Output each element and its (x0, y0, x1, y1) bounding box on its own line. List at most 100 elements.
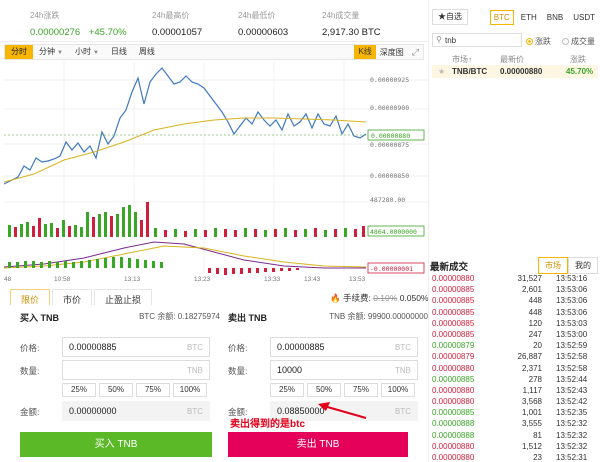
buy-price-row: 价格: 0.00000885 BTC (20, 337, 220, 357)
trade-row: 0.00000880 3,568 13:52:42 (432, 397, 598, 408)
sell-75-button[interactable]: 75% (344, 383, 378, 397)
trade-row: 0.00000885 448 13:53:06 (432, 308, 598, 319)
col-change[interactable]: 涨跌 (570, 54, 586, 65)
trade-price: 0.00000885 (432, 285, 475, 295)
trade-price: 0.00000880 (432, 441, 475, 451)
annotation-text: 卖出得到的是btc (230, 419, 305, 430)
market-row-tnb-btc[interactable]: ★ TNB/BTC 0.00000880 45.70% (432, 65, 598, 78)
x-tick: 13:13 (124, 276, 141, 283)
trade-time: 13:52:59 (556, 341, 588, 351)
trade-time: 13:53:00 (556, 329, 588, 339)
trade-time: 13:52:58 (556, 352, 588, 362)
y-tick: 0.00000900 (370, 104, 409, 112)
trade-qty: 2,601 (521, 285, 542, 295)
trade-row: 0.00000885 120 13:53:03 (432, 319, 598, 330)
kline-button[interactable]: K线 (354, 45, 376, 59)
trade-row: 0.00000879 20 13:52:59 (432, 341, 598, 352)
tab-btc[interactable]: BTC (489, 9, 514, 25)
stat-value: 0.00000276 (30, 27, 81, 38)
fullscreen-icon[interactable]: ⤢ (408, 47, 423, 58)
tab-market-trades[interactable]: 市场 (538, 257, 568, 274)
trade-qty: 120 (528, 318, 542, 328)
stat-value: 0.00000603 (238, 27, 289, 38)
trade-qty: 26,887 (517, 352, 542, 362)
sell-100-button[interactable]: 100% (381, 383, 415, 397)
buy-qty-input[interactable]: TNB (62, 360, 210, 380)
favorites-tab[interactable]: ★自选 (432, 9, 468, 25)
buy-75-button[interactable]: 75% (136, 383, 170, 397)
col-price[interactable]: 最新价 (500, 54, 524, 65)
market-panel: ★自选 BTC ETH BNB USDT ⚲ tnb 涨跌 成交量 市场↑ 最新… (430, 4, 600, 462)
price-line (4, 67, 367, 185)
trade-qty: 448 (528, 307, 542, 317)
buy-100-button[interactable]: 100% (173, 383, 207, 397)
trade-row: 0.00000880 2,371 13:52:58 (432, 364, 598, 375)
pair-change: 45.70% (566, 67, 594, 76)
ticker-header: 24h涨跌 0.00000276 +45.70% 24h最高价 0.000010… (0, 0, 428, 42)
stat-change: +45.70% (88, 27, 127, 38)
stat-label: 24h涨跌 (30, 11, 60, 20)
buy-25-button[interactable]: 25% (62, 383, 96, 397)
interval-week[interactable]: 周线 (133, 45, 161, 59)
trade-row: 0.00000880 1,512 13:52:32 (432, 442, 598, 453)
sell-qty-label: 数量: (228, 366, 248, 376)
trade-row: 0.00000885 2,601 13:53:06 (432, 285, 598, 296)
trade-price: 0.00000888 (432, 430, 475, 440)
sell-qty-input[interactable]: 10000 TNB (270, 360, 418, 380)
trade-price: 0.00000885 (432, 307, 475, 317)
price-chart[interactable]: 0.00000925 0.00000900 0.00000875 0.00000… (4, 62, 428, 284)
stat-24h-high: 24h最高价 0.00001057 (152, 10, 202, 38)
trades-title: 最新成交 (430, 262, 469, 273)
interval-minute[interactable]: 分钟 ▼ (33, 45, 69, 59)
radio-change[interactable]: 涨跌 (526, 36, 551, 47)
trade-qty: 3,555 (521, 419, 542, 429)
interval-hour[interactable]: 小时 ▼ (69, 45, 105, 59)
trade-qty: 81 (533, 430, 542, 440)
trade-time: 13:52:58 (556, 363, 588, 373)
tab-market[interactable]: 市价 (52, 289, 93, 305)
trade-qty: 247 (528, 329, 542, 339)
trade-qty: 1,117 (522, 385, 542, 395)
tab-usdt[interactable]: USDT (570, 11, 598, 24)
y-tick: 0.00000925 (370, 76, 409, 84)
trade-price: 0.00000885 (432, 408, 475, 418)
x-tick: 13:23 (194, 276, 211, 283)
trade-time: 13:52:35 (556, 408, 588, 418)
x-tick: 13:53 (349, 276, 366, 283)
trade-row: 0.00000880 31,527 13:53:16 (432, 274, 598, 285)
search-value: tnb (445, 36, 457, 45)
buy-amount-unit: BTC (187, 407, 203, 416)
buy-price-input[interactable]: 0.00000885 BTC (62, 337, 210, 357)
chevron-down-icon: ▼ (92, 50, 99, 56)
sell-50-button[interactable]: 50% (307, 383, 341, 397)
buy-button[interactable]: 买入 TNB (20, 432, 212, 457)
sell-25-button[interactable]: 25% (270, 383, 304, 397)
trade-price: 0.00000880 (432, 397, 475, 407)
trade-time: 13:53:06 (556, 307, 588, 317)
fire-icon: 🔥 (330, 293, 341, 303)
trade-qty: 23 (533, 453, 542, 462)
interval-timeline[interactable]: 分时 (5, 45, 33, 59)
col-market[interactable]: 市场↑ (452, 54, 472, 65)
buy-amount-field: 0.00000000 BTC (62, 401, 210, 421)
tab-eth[interactable]: ETH (518, 11, 540, 24)
sell-price-input[interactable]: 0.00000885 BTC (270, 337, 418, 357)
buy-50-button[interactable]: 50% (99, 383, 133, 397)
trade-row: 0.00000885 1,001 13:52:35 (432, 408, 598, 419)
market-search-input[interactable]: ⚲ tnb (432, 33, 522, 47)
interval-day[interactable]: 日线 (105, 45, 133, 59)
tab-limit[interactable]: 限价 (10, 289, 51, 305)
depth-chart-button[interactable]: 深度图 (376, 47, 408, 58)
macd-panel (4, 241, 367, 275)
tab-stop-limit[interactable]: 止盈止损 (94, 289, 153, 305)
trade-row: 0.00000885 247 13:53:00 (432, 330, 598, 341)
stat-label: 24h成交量 (322, 11, 360, 20)
tab-bnb[interactable]: BNB (544, 11, 566, 24)
tab-my-trades[interactable]: 我的 (568, 257, 598, 274)
buy-price-unit: BTC (187, 343, 203, 352)
x-axis: 48 10:58 13:13 13:23 13:33 13:43 13:53 (4, 276, 366, 283)
radio-volume[interactable]: 成交量 (562, 36, 595, 47)
star-icon[interactable]: ★ (438, 67, 445, 76)
trade-time: 13:52:43 (556, 385, 588, 395)
sell-button[interactable]: 卖出 TNB (228, 432, 408, 457)
